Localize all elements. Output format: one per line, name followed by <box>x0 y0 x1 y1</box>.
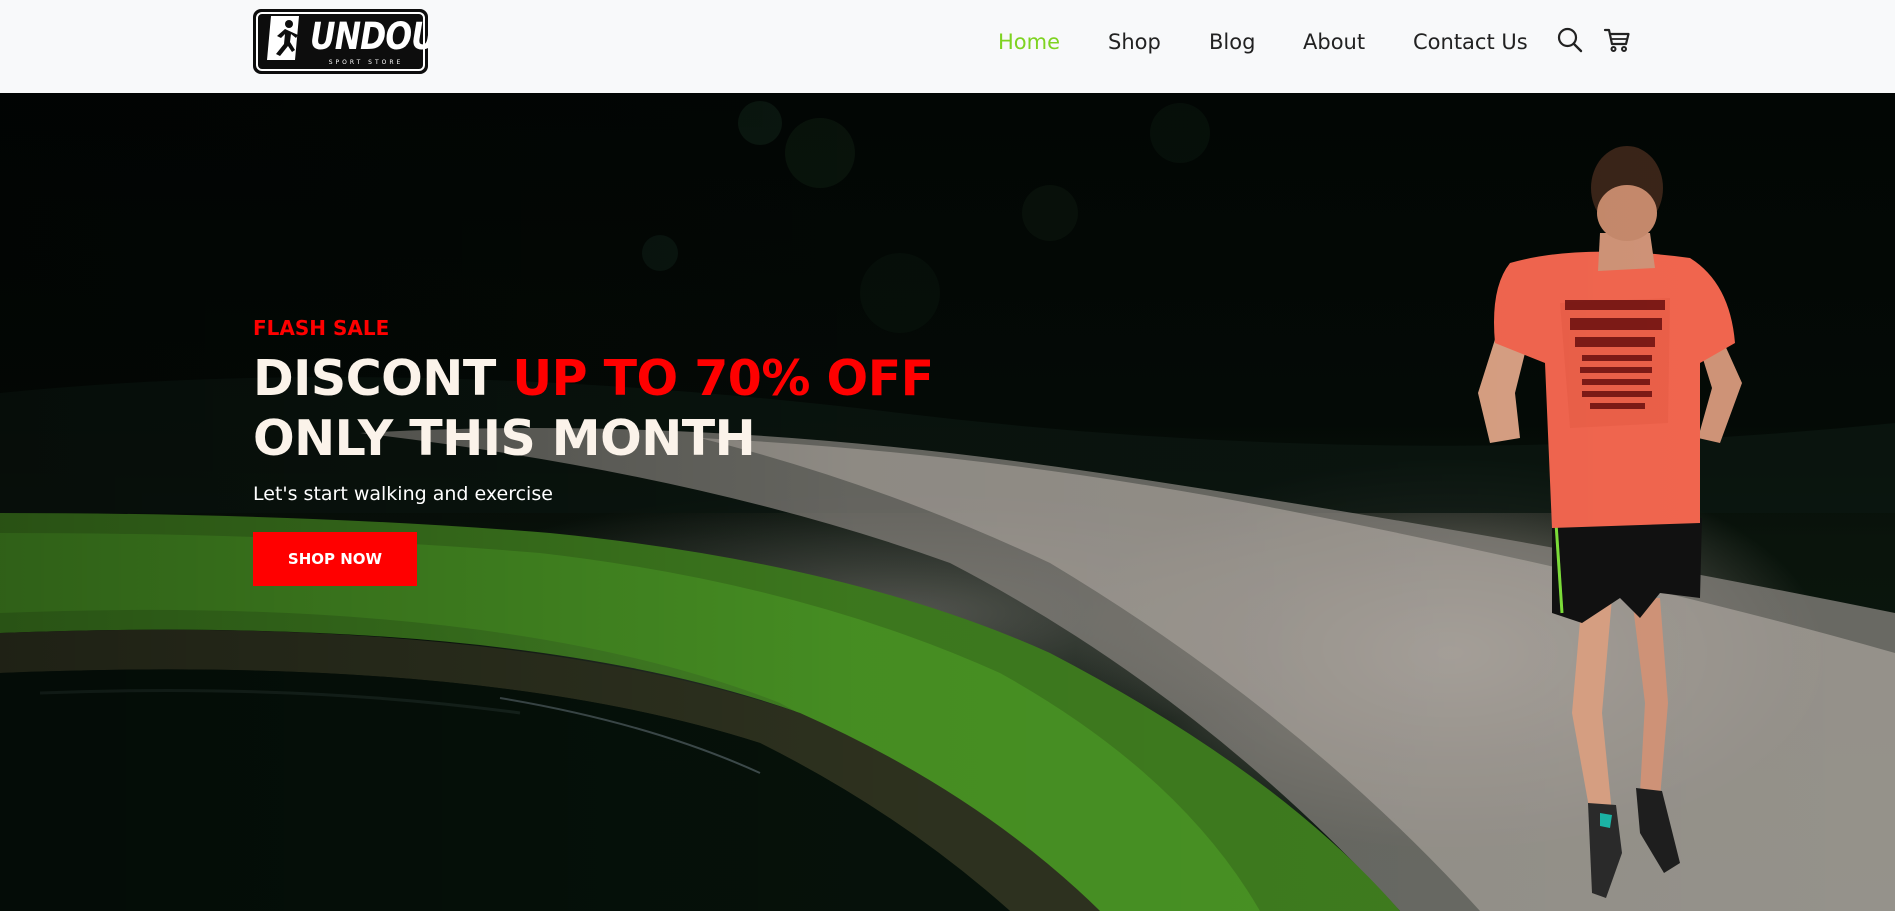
flash-sale-label: FLASH SALE <box>253 316 390 340</box>
logo-tagline: SPORT STORE <box>328 59 404 66</box>
nav-blog[interactable]: Blog <box>1209 28 1255 56</box>
headline-highlight: UP TO 70% OFF <box>512 350 934 407</box>
nav-contact-us[interactable]: Contact Us <box>1413 28 1528 56</box>
shop-now-button[interactable]: SHOP NOW <box>253 532 417 586</box>
site-header: UNDOU SPORT STORE Home Shop Blog About C… <box>0 0 1895 93</box>
nav-home[interactable]: Home <box>998 28 1060 56</box>
headline-line-1: DISCONT UP TO 70% OFF <box>253 349 934 409</box>
brand-logo[interactable]: UNDOU SPORT STORE <box>253 9 428 74</box>
hero-subtitle: Let's start walking and exercise <box>253 483 553 505</box>
hero-headline: DISCONT UP TO 70% OFF ONLY THIS MONTH <box>253 349 934 469</box>
runner-logo-icon <box>267 16 299 60</box>
logo-wordmark: UNDOU <box>310 15 428 58</box>
hero-banner: FLASH SALE DISCONT UP TO 70% OFF ONLY TH… <box>0 93 1895 911</box>
headline-part1: DISCONT <box>253 350 513 407</box>
nav-shop[interactable]: Shop <box>1108 28 1161 56</box>
search-icon[interactable] <box>1556 26 1584 54</box>
headline-line-2: ONLY THIS MONTH <box>253 410 756 467</box>
nav-about[interactable]: About <box>1303 28 1365 56</box>
cart-icon[interactable] <box>1603 26 1631 54</box>
